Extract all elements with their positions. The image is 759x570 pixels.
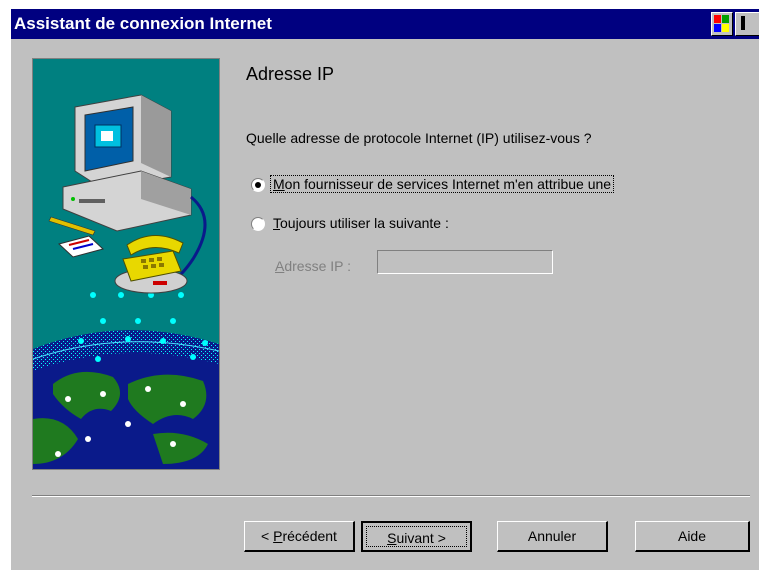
page-heading: Adresse IP	[246, 64, 335, 84]
help-button[interactable]: Aide	[635, 521, 750, 552]
ip-address-input[interactable]	[377, 250, 553, 274]
ip-address-label: Adresse IP :	[275, 258, 352, 274]
wizard-window: Assistant de connexion Internet Adresse …	[0, 0, 759, 570]
radio-unselected-icon[interactable]	[251, 217, 265, 231]
previous-button[interactable]: < Précédent	[244, 521, 355, 552]
title-bar[interactable]: Assistant de connexion Internet	[11, 9, 759, 39]
page-question: Quelle adresse de protocole Internet (IP…	[246, 130, 592, 146]
help-context-icon[interactable]	[735, 12, 759, 36]
windows-logo-icon[interactable]	[711, 12, 733, 36]
wizard-illustration	[32, 58, 220, 470]
radio-manual-ip-label[interactable]: Toujours utiliser la suivante :	[273, 215, 449, 231]
wizard-body: Adresse IP Quelle adresse de protocole I…	[11, 39, 759, 570]
window-title: Assistant de connexion Internet	[14, 14, 272, 33]
radio-selected-icon[interactable]	[251, 178, 265, 192]
globe-icon	[33, 330, 219, 469]
separator-line	[32, 495, 750, 497]
radio-auto-ip-label[interactable]: Mon fournisseur de services Internet m'e…	[269, 175, 615, 193]
cancel-button[interactable]: Annuler	[497, 521, 608, 552]
next-button[interactable]: Suivant >	[361, 521, 472, 552]
